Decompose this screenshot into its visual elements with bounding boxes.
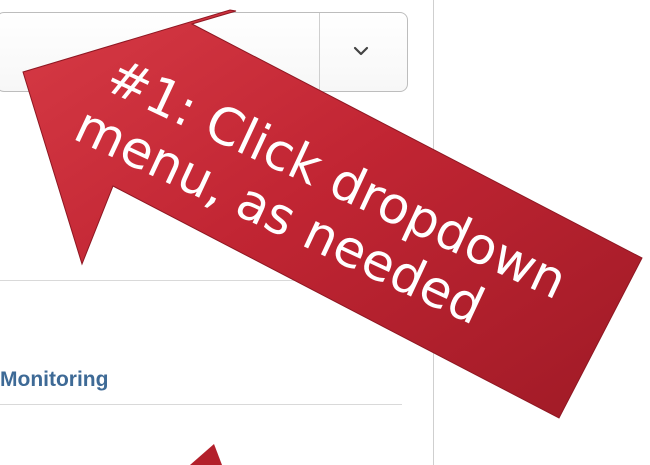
secondary-arrow-tip: [190, 444, 222, 465]
